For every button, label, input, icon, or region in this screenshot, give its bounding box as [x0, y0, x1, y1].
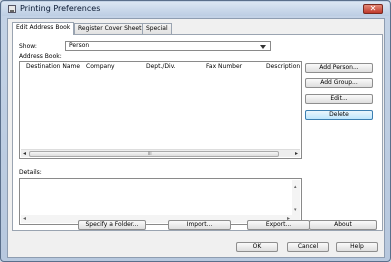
- export-button[interactable]: Export...: [247, 220, 310, 230]
- tab-special[interactable]: Special: [142, 23, 172, 34]
- add-group-button[interactable]: Add Group...: [305, 78, 373, 88]
- show-select-value: Person: [69, 42, 90, 49]
- help-button[interactable]: Help: [336, 242, 378, 252]
- chevron-down-icon: [260, 45, 266, 49]
- add-person-button[interactable]: Add Person...: [305, 63, 373, 73]
- scroll-left-icon[interactable]: ◂: [23, 151, 26, 157]
- horizontal-scrollbar[interactable]: ◂ ▸: [21, 149, 300, 157]
- show-label: Show:: [19, 43, 37, 50]
- ok-button[interactable]: OK: [236, 242, 278, 252]
- details-label: Details:: [19, 169, 42, 176]
- address-book-list[interactable]: Destination Name Company Dept./Div. Fax …: [19, 61, 302, 159]
- details-textarea[interactable]: ▴ ▾ ◂ ▸: [19, 178, 302, 225]
- scroll-right-icon[interactable]: ▸: [295, 151, 298, 157]
- column-destination-name[interactable]: Destination Name: [26, 63, 80, 70]
- column-description[interactable]: Description: [266, 63, 300, 70]
- show-select[interactable]: Person: [65, 41, 271, 51]
- delete-button[interactable]: Delete: [305, 110, 373, 120]
- close-button[interactable]: ✕: [363, 4, 383, 14]
- import-button[interactable]: Import...: [168, 220, 231, 230]
- title-bar[interactable]: Printing Preferences ✕: [2, 2, 389, 16]
- scroll-down-icon[interactable]: ▾: [294, 207, 297, 213]
- window-title: Printing Preferences: [20, 4, 101, 13]
- column-fax-number[interactable]: Fax Number: [206, 63, 242, 70]
- tab-edit-address-book[interactable]: Edit Address Book: [12, 22, 75, 35]
- printer-icon: [8, 5, 16, 13]
- printing-preferences-window: Printing Preferences ✕ Edit Address Book…: [0, 0, 391, 262]
- scroll-thumb[interactable]: [29, 151, 279, 157]
- tab-panel: Show: Person Address Book: Destination N…: [12, 34, 383, 231]
- dialog-body: Edit Address Book Register Cover Sheet S…: [7, 18, 385, 258]
- address-book-label: Address Book:: [19, 53, 62, 60]
- cancel-button[interactable]: Cancel: [287, 242, 329, 252]
- details-vertical-scrollbar[interactable]: ▴ ▾: [292, 180, 300, 215]
- scroll-left-icon[interactable]: ◂: [23, 215, 26, 222]
- edit-button[interactable]: Edit...: [305, 94, 373, 104]
- specify-folder-button[interactable]: Specify a Folder...: [78, 220, 146, 230]
- column-dept-div[interactable]: Dept./Div.: [146, 63, 176, 70]
- about-button[interactable]: About: [309, 220, 377, 230]
- tab-register-cover-sheet[interactable]: Register Cover Sheet: [74, 23, 146, 34]
- column-company[interactable]: Company: [86, 63, 115, 70]
- scroll-up-icon[interactable]: ▴: [294, 184, 297, 190]
